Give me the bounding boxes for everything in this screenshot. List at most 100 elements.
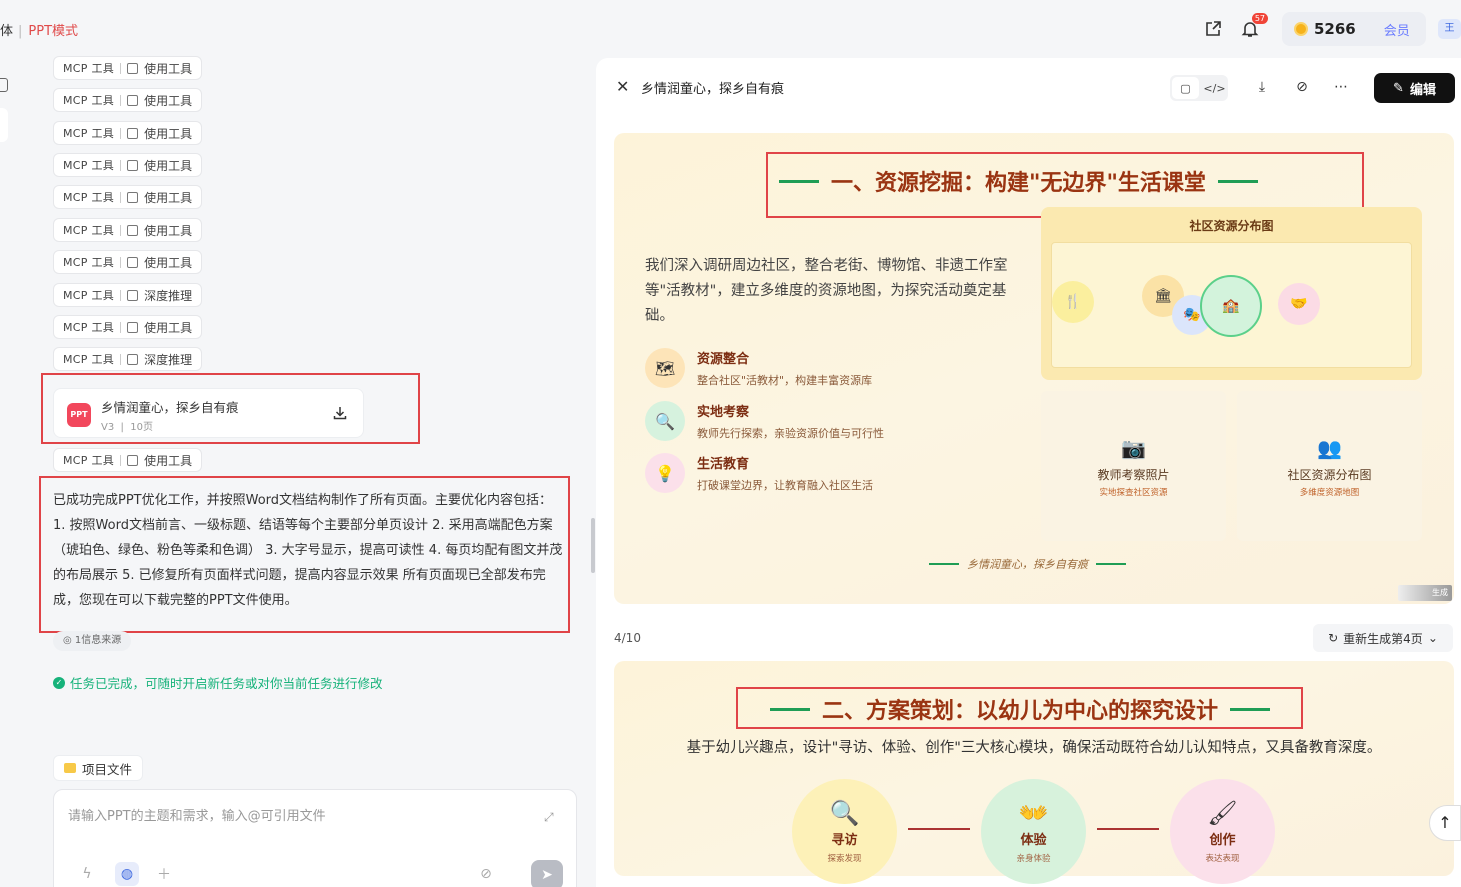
vip-label[interactable]: 会员 — [1384, 20, 1410, 39]
tool-action: 使用工具 — [144, 61, 193, 76]
search-icon: 🔍 — [645, 401, 685, 441]
food-icon: 🍴 — [1052, 281, 1094, 323]
file-title: 乡情润童心，探乡自有痕 — [101, 400, 239, 415]
tool-action: 使用工具 — [144, 190, 193, 205]
map-area: 🍴 🏛 🎭 🏫 🤝 — [1051, 242, 1412, 368]
points-pill[interactable]: 5266 会员 — [1282, 12, 1426, 46]
watermark: 生成 — [1398, 585, 1452, 601]
chat-scrollbar[interactable] — [591, 518, 595, 573]
tool-action: 使用工具 — [144, 255, 193, 270]
tool-prefix: MCP 工具 — [63, 159, 115, 172]
slide-title: 二、方案策划：以幼儿为中心的探究设计 — [770, 693, 1271, 725]
tool-prefix: MCP 工具 — [63, 191, 115, 204]
breadcrumb-mode[interactable]: PPT模式 — [28, 24, 78, 39]
edit-button[interactable]: ✎ 编辑 — [1374, 73, 1455, 103]
tool-icon — [127, 127, 139, 139]
module-create: 🖌 创作 表达表现 — [1170, 779, 1275, 884]
resource-map-card: 社区资源分布图 🍴 🏛 🎭 🏫 🤝 — [1041, 207, 1422, 380]
tool-icon — [127, 62, 139, 74]
tool-prefix: MCP 工具 — [63, 454, 115, 467]
slide-5[interactable]: 二、方案策划：以幼儿为中心的探究设计 基于幼儿兴趣点，设计"寻访、体验、创作"三… — [614, 661, 1454, 884]
bell-icon[interactable]: 57 — [1238, 13, 1268, 41]
tool-call-chip[interactable]: MCP 工具 使用工具 — [53, 56, 203, 80]
handshake-icon: 🤝 — [1278, 283, 1320, 325]
tool-icon — [127, 353, 139, 365]
project-files-button[interactable]: 项目文件 — [53, 755, 144, 781]
tool-icon — [127, 94, 139, 106]
feature-item: 🗺 资源整合 整合社区"活教材"，构建丰富资源库 — [645, 348, 872, 388]
tool-call-chip[interactable]: MCP 工具 使用工具 — [53, 315, 203, 339]
tool-call-chip[interactable]: MCP 工具 使用工具 — [53, 448, 203, 472]
attach-icon[interactable]: ⊘ — [474, 862, 498, 886]
task-done-label: 任务已完成，可随时开启新任务或对你当前任务进行修改 — [70, 676, 383, 691]
feature-item: 💡 生活教育 打破课堂边界，让教育融入社区生活 — [645, 453, 873, 493]
tool-call-chip[interactable]: MCP 工具 使用工具 — [53, 185, 203, 209]
module-visit: 🔍 寻访 探索发现 — [792, 779, 897, 884]
rail-active-item[interactable] — [0, 108, 8, 142]
tool-action: 深度推理 — [144, 288, 193, 303]
tool-prefix: MCP 工具 — [63, 353, 115, 366]
prompt-input[interactable]: 请输入PPT的主题和需求，输入@可引用文件 — [68, 805, 326, 824]
more-icon[interactable]: ⋯ — [1331, 77, 1351, 97]
tool-call-chip[interactable]: MCP 工具 深度推理 — [53, 283, 203, 307]
expand-icon[interactable]: ⤢ — [544, 810, 554, 825]
view-toggle[interactable]: ▢ </> — [1170, 75, 1228, 101]
map-icon: 🗺 — [645, 348, 685, 388]
tool-action: 使用工具 — [144, 223, 193, 238]
pencil-icon: ✎ — [1393, 80, 1404, 96]
connector — [1097, 828, 1159, 830]
tool-call-chip[interactable]: MCP 工具 使用工具 — [53, 88, 203, 112]
ppt-file-card[interactable]: PPT 乡情润童心，探乡自有痕 V3 | 10页 — [53, 388, 364, 438]
globe-toggle-icon[interactable]: ◍ — [115, 862, 139, 886]
sidebar-toggle-icon[interactable] — [0, 78, 8, 92]
bulb-icon: 💡 — [645, 453, 685, 493]
download-icon[interactable] — [332, 405, 350, 423]
left-rail — [0, 58, 27, 887]
source-label: 1信息来源 — [74, 635, 122, 646]
chevron-down-icon: ⌄ — [1427, 631, 1438, 645]
preview-panel: ✕ 乡情润童心，探乡自有痕 ▢ </> ⤓ ⊘ ⋯ ✎ 编辑 一、资源挖掘：构建"… — [596, 58, 1461, 887]
share-icon[interactable] — [1201, 17, 1225, 41]
preview-view-icon[interactable]: ▢ — [1172, 77, 1199, 99]
scroll-top-button[interactable]: ↑ — [1429, 805, 1461, 841]
avatar[interactable]: 王 — [1438, 19, 1461, 39]
feature-item: 🔍 实地考察 教师先行探索，亲验资源价值与可行性 — [645, 401, 884, 441]
send-button[interactable]: ➤ — [531, 860, 563, 887]
add-icon[interactable]: ＋ — [152, 862, 176, 886]
file-meta: V3 | 10页 — [101, 422, 154, 433]
map-title: 社区资源分布图 — [1189, 219, 1274, 233]
regenerate-button[interactable]: ↻ 重新生成第4页 ⌄ — [1313, 624, 1453, 652]
school-icon: 🏫 — [1200, 275, 1262, 337]
breadcrumb-item[interactable]: 体 — [0, 24, 13, 39]
download-icon[interactable]: ⤓ — [1252, 77, 1272, 97]
source-chip[interactable]: ◎ 1信息来源 — [53, 631, 132, 651]
code-view-icon[interactable]: </> — [1201, 75, 1228, 101]
hands-icon: 👐 — [1018, 799, 1049, 827]
points-count: 5266 — [1314, 20, 1356, 38]
connector — [908, 828, 970, 830]
tool-icon — [127, 191, 139, 203]
compass-icon[interactable]: ⊘ — [1292, 77, 1312, 97]
ppt-icon: PPT — [67, 403, 91, 427]
task-done-status: ✓ 任务已完成，可随时开启新任务或对你当前任务进行修改 — [53, 673, 383, 692]
tool-icon — [127, 321, 139, 333]
prompt-input-box[interactable]: 请输入PPT的主题和需求，输入@可引用文件 ⤢ ϟ ◍ ＋ ⊘ ➤ — [53, 789, 577, 887]
coin-icon — [1294, 22, 1308, 36]
tool-call-chip[interactable]: MCP 工具 使用工具 — [53, 121, 203, 145]
tool-call-chip[interactable]: MCP 工具 深度推理 — [53, 347, 203, 371]
search-icon: 🔍 — [829, 799, 860, 827]
close-icon[interactable]: ✕ — [616, 77, 629, 96]
tool-icon — [127, 224, 139, 236]
tool-prefix: MCP 工具 — [63, 224, 115, 237]
tool-call-chip[interactable]: MCP 工具 使用工具 — [53, 218, 203, 242]
lightning-icon[interactable]: ϟ — [75, 862, 99, 886]
slide-footer: 乡情润童心，探乡自有痕 — [929, 556, 1126, 572]
tool-call-chip[interactable]: MCP 工具 使用工具 — [53, 250, 203, 274]
breadcrumb: 体 | PPT模式 — [0, 24, 79, 39]
globe-icon: ◎ — [63, 635, 75, 646]
tool-prefix: MCP 工具 — [63, 289, 115, 302]
tool-icon — [127, 454, 139, 466]
slide-4[interactable]: 一、资源挖掘：构建"无边界"生活课堂 我们深入调研周边社区，整合老街、博物馆、非… — [614, 133, 1454, 604]
brush-icon: 🖌 — [1207, 799, 1238, 827]
tool-call-chip[interactable]: MCP 工具 使用工具 — [53, 153, 203, 177]
